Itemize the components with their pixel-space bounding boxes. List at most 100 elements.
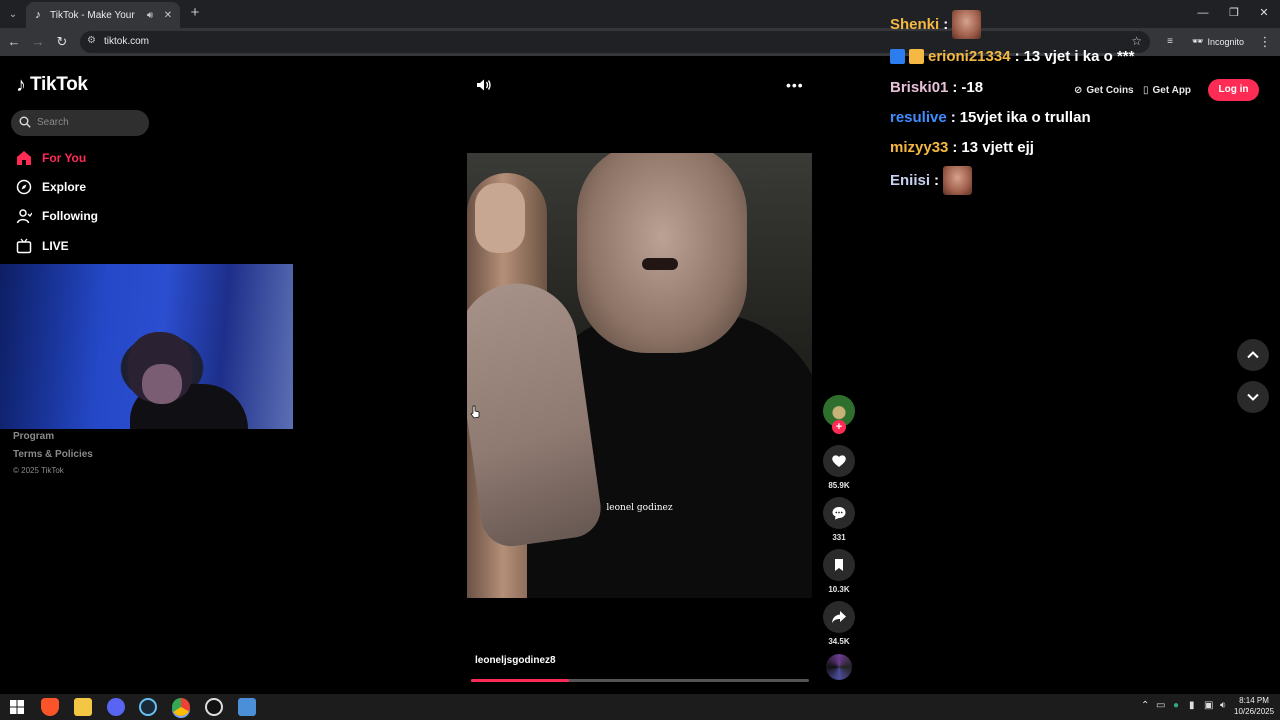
chat-message: mizyy33 : 13 vjett ejj: [890, 139, 1034, 156]
chat-text: -18: [961, 79, 984, 96]
chat-crown-icon: [909, 49, 924, 64]
get-coins-button[interactable]: ⊘ Get Coins: [1074, 80, 1134, 100]
brave-icon[interactable]: [41, 698, 59, 716]
sidebar-item-label: Following: [42, 209, 98, 223]
tab-title: TikTok - Make Your Day: [50, 9, 138, 21]
chat-separator: :: [950, 109, 956, 126]
tray-volume-icon[interactable]: 🔉︎: [1220, 700, 1226, 711]
chat-message: Eniisi :: [890, 166, 973, 195]
tiktok-favicon-icon: ♪: [35, 9, 41, 21]
chat-separator: :: [1014, 48, 1020, 65]
chat-username: Briski01: [890, 79, 949, 96]
tray-display-icon[interactable]: ▭: [1156, 700, 1165, 711]
tray-network-icon[interactable]: ▣: [1204, 700, 1213, 711]
media-control-icon[interactable]: ≡: [1161, 33, 1179, 51]
search-placeholder: Search: [37, 117, 69, 128]
phone-icon: ▯: [1143, 84, 1149, 96]
tab-search-icon[interactable]: ⌄: [4, 5, 22, 23]
like-button[interactable]: 85.9K: [823, 445, 855, 490]
home-icon: [16, 150, 32, 166]
url-text[interactable]: tiktok.com: [104, 36, 149, 47]
bookmark-star-icon[interactable]: ☆: [1131, 34, 1142, 48]
chat-text: 13 vjett ejj: [961, 139, 1034, 156]
chat-separator: :: [934, 172, 940, 189]
forward-button[interactable]: →: [29, 33, 47, 51]
previous-video-button[interactable]: [1237, 339, 1269, 371]
video-progress-bar[interactable]: [471, 679, 809, 682]
sidebar-item-for-you[interactable]: For You: [16, 150, 86, 166]
chat-message: resulive : 15vjet ika o trullan: [890, 109, 1091, 126]
video-player[interactable]: leonel godinez: [467, 153, 812, 598]
follow-plus-button[interactable]: +: [832, 420, 846, 434]
chat-message: Shenki :: [890, 10, 982, 39]
get-app-label: Get App: [1152, 84, 1192, 96]
login-button[interactable]: Log in: [1208, 79, 1259, 101]
video-progress-fill: [471, 679, 570, 682]
site-info-icon[interactable]: ⚙: [87, 35, 96, 46]
following-icon: [16, 208, 32, 224]
chat-separator: :: [943, 16, 949, 33]
browser-menu-icon[interactable]: ⋮: [1256, 33, 1274, 51]
chevron-down-icon: [1247, 393, 1259, 401]
volume-icon[interactable]: [474, 76, 492, 94]
sidebar-item-label: Explore: [42, 180, 87, 194]
hand-cursor-icon: [470, 405, 480, 419]
chrome-icon[interactable]: [172, 698, 190, 716]
save-button[interactable]: 10.3K: [823, 549, 855, 594]
footer-link-program[interactable]: Program: [13, 431, 54, 442]
minimize-button[interactable]: —: [1192, 4, 1214, 22]
calculator-icon[interactable]: [238, 698, 256, 716]
get-app-button[interactable]: ▯ Get App: [1143, 80, 1191, 100]
chat-text: 13 vjet i ka o ***: [1023, 48, 1135, 65]
incognito-icon: 🕶︎: [1192, 36, 1204, 46]
chat-badge-icon: [890, 49, 905, 64]
more-options-icon[interactable]: •••: [786, 77, 804, 93]
video-person-mouth: [642, 258, 678, 270]
chat-emote-icon: [952, 10, 982, 39]
chat-message: erioni21334 : 13 vjet i ka o ***: [890, 48, 1134, 65]
close-window-button[interactable]: ✕: [1253, 4, 1275, 22]
windows-start-icon[interactable]: [8, 698, 26, 716]
footer-link-terms[interactable]: Terms & Policies: [13, 449, 93, 460]
next-video-button[interactable]: [1237, 381, 1269, 413]
chat-username: Eniisi: [890, 172, 931, 189]
tray-mic-icon[interactable]: ▮: [1189, 700, 1195, 711]
coin-icon: ⊘: [1074, 84, 1083, 96]
chat-emote-icon: [943, 166, 973, 195]
video-background-face: [475, 183, 525, 253]
share-button[interactable]: 34.5K: [823, 601, 855, 646]
sidebar-item-following[interactable]: Following: [16, 208, 98, 224]
tab-audio-icon[interactable]: 🔊︎: [144, 10, 156, 21]
search-input[interactable]: Search: [11, 110, 149, 136]
music-disc-icon[interactable]: [826, 654, 852, 680]
back-button[interactable]: ←: [5, 33, 23, 51]
incognito-label: Incognito: [1207, 36, 1244, 47]
copyright-text: © 2025 TikTok: [13, 466, 64, 475]
discord-icon[interactable]: [107, 698, 125, 716]
tray-overflow-icon[interactable]: ⌃: [1141, 700, 1149, 711]
chat-text: 15vjet ika o trullan: [959, 109, 1091, 126]
new-tab-button[interactable]: +: [186, 4, 204, 22]
chevron-up-icon: [1247, 351, 1259, 359]
steam-icon[interactable]: [139, 698, 157, 716]
tray-app-icon[interactable]: ●: [1173, 700, 1179, 711]
tiktok-logo[interactable]: ♪ TikTok: [16, 74, 88, 96]
reload-button[interactable]: ↻: [53, 33, 71, 51]
comment-count: 331: [832, 533, 846, 542]
taskbar-clock[interactable]: 8:14 PM 10/26/2025: [1234, 695, 1274, 717]
sidebar-item-explore[interactable]: Explore: [16, 179, 86, 195]
incognito-indicator[interactable]: 🕶︎ Incognito: [1192, 36, 1244, 47]
bookmark-icon: [823, 549, 855, 581]
file-explorer-icon[interactable]: [74, 698, 92, 716]
chat-message: Briski01 : -18: [890, 79, 983, 96]
restore-button[interactable]: ❐: [1223, 4, 1245, 22]
sidebar-item-live[interactable]: LIVE: [16, 238, 69, 254]
logo-text: TikTok: [30, 74, 88, 95]
video-author[interactable]: leoneljsgodinez8: [475, 655, 556, 666]
clock-date: 10/26/2025: [1234, 707, 1275, 716]
obs-icon[interactable]: [205, 698, 223, 716]
browser-tab[interactable]: ♪ TikTok - Make Your Day 🔊︎ ✕: [26, 2, 180, 28]
comment-button[interactable]: 331: [823, 497, 855, 542]
like-count: 85.9K: [828, 481, 850, 490]
tab-close-icon[interactable]: ✕: [162, 10, 174, 21]
